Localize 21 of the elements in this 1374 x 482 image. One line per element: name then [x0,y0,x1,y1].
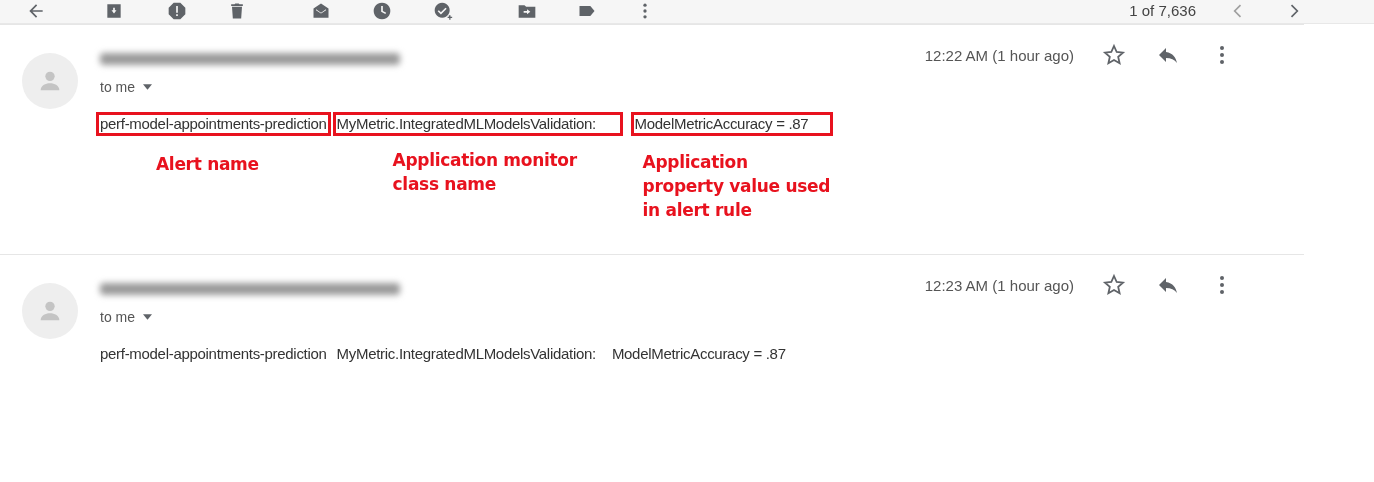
spam-icon[interactable] [167,1,187,22]
body-text: perf-model-appointments-prediction [99,343,328,364]
star-icon[interactable] [1102,42,1126,67]
body-text: ModelMetricAccuracy = .87 [610,343,787,364]
body-text: MyMetric.IntegratedMLModelsValidation: [335,343,597,364]
message-time: 12:23 AM (1 hour ago) [924,275,1074,296]
dropdown-caret-icon[interactable] [143,314,152,320]
annotation-label: Alert name [156,152,260,176]
body-text: perf-model-appointments-prediction [96,111,331,136]
body-text: ModelMetricAccuracy = .87 [630,111,833,136]
clock-icon[interactable] [372,1,392,22]
dropdown-caret-icon[interactable] [143,84,152,90]
message-time: 12:22 AM (1 hour ago) [924,45,1074,66]
star-icon[interactable] [1102,272,1126,297]
recipient-label: to me [100,307,135,327]
body-text: MyMetric.IntegratedMLModelsValidation: [332,111,623,136]
message-count: 1 of 7,636 [1129,1,1196,21]
add-task-icon[interactable] [433,1,453,22]
recipient-label: to me [100,77,135,97]
annotation-label: Application property value used in alert rule [642,150,832,222]
annotation-label: Application monitor class name [392,148,578,196]
